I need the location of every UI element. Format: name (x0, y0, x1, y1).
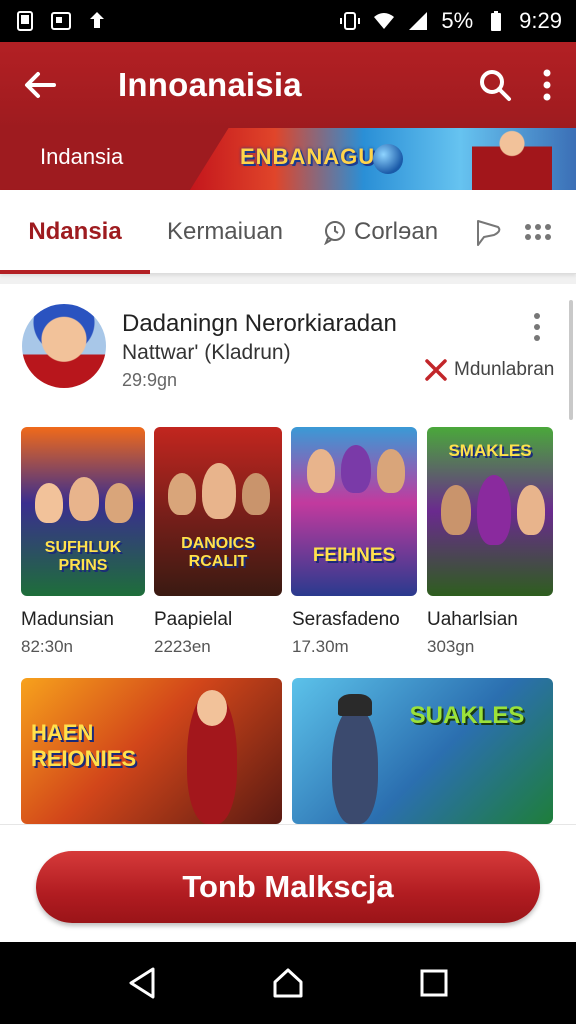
thumbnail-time: 17.30m (292, 637, 349, 656)
avatar[interactable] (22, 304, 106, 388)
thumbnail-title: SUFHLUK PRINS (44, 539, 122, 574)
primary-cta-button[interactable]: Tonb Malkscja (36, 851, 540, 923)
tab-label: Ndansia (28, 217, 122, 245)
back-triangle-icon[interactable] (127, 966, 157, 1000)
character-figure (69, 477, 99, 521)
thumbnail-card[interactable]: SUAKLES (292, 678, 553, 824)
tab-kermaiuan[interactable]: Kermaiuan (150, 190, 300, 274)
content-card: Dadaningn Nerorkiaradan Nattwar' (Kladru… (0, 284, 576, 824)
app-bar: Innoanaisia (0, 42, 576, 128)
system-nav-bar (0, 942, 576, 1024)
tab-ndansia[interactable]: Ndansia (0, 190, 150, 274)
character-figure (341, 445, 371, 493)
status-right: 5% 9:29 (339, 8, 562, 34)
tab-extra-actions (474, 217, 576, 247)
character-figure (332, 706, 378, 824)
thumbnail-caption: Madunsian (21, 609, 114, 630)
more-vertical-icon[interactable] (532, 312, 542, 342)
signal-icon (409, 12, 428, 30)
thumbnail-title: DANOICS RCALIT (181, 535, 255, 570)
thumbnail-time: 82:30n (21, 637, 73, 656)
thumbnail-title: SUAKLES (409, 702, 525, 729)
globe-icon (373, 144, 403, 174)
tab-label: Corlɘan (354, 217, 439, 245)
character-figure (441, 485, 471, 535)
recents-square-icon[interactable] (419, 968, 449, 998)
thumbnail-card[interactable]: FEIHNES (291, 427, 417, 596)
character-figure (377, 449, 405, 493)
page-title: Innoanaisia (118, 66, 302, 103)
character-figure (35, 483, 63, 523)
banner-label: Indansia (40, 144, 124, 169)
character-figure (338, 694, 372, 716)
tab-label: Kermaiuan (166, 217, 284, 245)
tab-bar: Ndansia Kermaiuan Corlɘan (0, 190, 576, 274)
app-screen: 5% 9:29 Innoanaisia Indansia ENBANAGU Nd… (0, 0, 576, 1024)
thumbnail-time: 2223en (154, 637, 211, 656)
vibrate-icon (340, 12, 361, 30)
back-button[interactable] (0, 42, 80, 128)
character-figure (105, 483, 133, 523)
character-figure (307, 449, 335, 493)
grid-dots-icon[interactable] (524, 222, 552, 242)
home-icon[interactable] (271, 966, 305, 1000)
thumbnail-card[interactable]: SUFHLUK PRINS (21, 427, 145, 596)
thumbnail-time: 303gn (427, 637, 475, 656)
character-figure (197, 690, 227, 726)
close-icon (425, 359, 447, 381)
arrow-left-icon (25, 72, 56, 98)
clock: 9:29 (519, 8, 562, 33)
thumbnail-caption: Paapielal (154, 609, 233, 630)
character-figure (517, 485, 545, 535)
thumbnail-caption: Serasfadeno (292, 609, 400, 630)
scrollbar[interactable] (569, 300, 573, 420)
profile-subtitle: Nattwar' (Kladrun) (122, 341, 291, 364)
promo-banner[interactable]: Indansia ENBANAGU (0, 128, 576, 190)
thumbnail-title: HAEN REIONIES (31, 720, 137, 771)
status-bar: 5% 9:29 (0, 0, 576, 42)
thumbnail-card[interactable]: DANOICS RCALIT (154, 427, 282, 596)
character-figure (242, 473, 270, 515)
character-figure (202, 463, 236, 519)
tablet-icon (17, 11, 33, 31)
media-icon (51, 12, 71, 30)
battery-icon (491, 11, 502, 31)
tab-corlean[interactable]: Corlɘan (300, 190, 450, 274)
cta-area: Tonb Malkscja (0, 824, 576, 942)
thumbnail-title: FEIHNES (312, 545, 396, 566)
thumbnail-title: SMAKLES (448, 441, 532, 460)
dismiss-label: Mdunlabran (454, 359, 555, 380)
banner-art-text: ENBANAGU (240, 144, 376, 169)
chat-icon[interactable] (474, 217, 504, 247)
dismiss-action[interactable]: Mdunlabran (424, 358, 554, 382)
thumbnail-card[interactable]: SMAKLES (427, 427, 553, 596)
wifi-icon (374, 13, 395, 29)
app-bar-actions (478, 68, 576, 102)
profile-title: Dadaningn Nerorkiaradan (122, 310, 397, 337)
clock-bubble-icon (324, 220, 345, 245)
profile-time: 29:9gn (122, 370, 178, 390)
thumbnail-card[interactable]: HAEN REIONIES (21, 678, 282, 824)
status-left-icons (14, 10, 108, 32)
recycle-icon (90, 12, 104, 28)
banner-character-image (472, 128, 552, 190)
battery-percent: 5% (441, 8, 474, 33)
more-vertical-icon[interactable] (542, 68, 552, 102)
search-icon[interactable] (478, 68, 512, 102)
character-figure (477, 475, 511, 545)
thumbnail-caption: Uaharlsian (427, 609, 518, 630)
character-figure (168, 473, 196, 515)
